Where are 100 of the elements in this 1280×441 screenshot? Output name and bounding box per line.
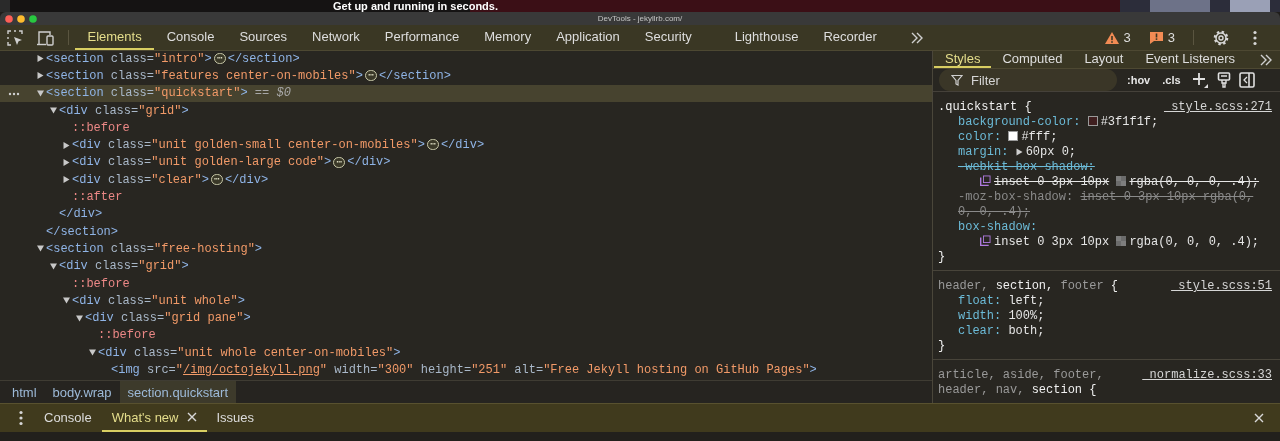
- disclosure-triangle-icon[interactable]: [88, 349, 96, 357]
- css-value[interactable]: inset 0 3px 10px: [994, 175, 1110, 189]
- panel-tab[interactable]: Lighthouse: [722, 25, 811, 50]
- color-swatch-icon[interactable]: [1087, 116, 1098, 126]
- css-value[interactable]: 60px 0;: [1025, 145, 1077, 159]
- class-toggle[interactable]: .cls: [1160, 74, 1183, 86]
- pseudo-element[interactable]: ::before: [98, 328, 156, 343]
- closing-brace: }: [938, 339, 946, 353]
- disclosure-triangle-icon[interactable]: [62, 176, 70, 184]
- panel-tab[interactable]: Memory: [471, 25, 544, 50]
- css-property[interactable]: -webkit-box-shadow:: [958, 160, 1095, 174]
- dom-node[interactable]: <div class="grid">: [59, 259, 189, 274]
- dom-node[interactable]: <section class="intro"> ⋯ </section>: [46, 51, 300, 66]
- inspect-icon[interactable]: [6, 28, 24, 47]
- sidebar-tab[interactable]: Computed: [991, 51, 1074, 68]
- paint-brush-icon[interactable]: [1216, 72, 1231, 88]
- hover-state-toggle[interactable]: :hov: [1125, 74, 1153, 86]
- pseudo-element[interactable]: ::after: [72, 190, 123, 204]
- css-selector: header, section, footer {: [938, 279, 1119, 294]
- disclosure-triangle-icon[interactable]: [49, 107, 57, 115]
- css-declaration[interactable]: float: left;: [938, 294, 1272, 309]
- message-icon: [1148, 30, 1164, 45]
- filter-field[interactable]: Filter: [939, 69, 1117, 91]
- css-declaration[interactable]: -moz-box-shadow: inset 0 3px 10px rgba(0, 0, 0, .4);: [938, 190, 1272, 220]
- sidebar-tab[interactable]: Layout: [1073, 51, 1135, 68]
- dom-node[interactable]: <div class="unit whole">: [72, 293, 245, 308]
- closing-brace: }: [938, 250, 946, 264]
- disclosure-triangle-icon[interactable]: [62, 141, 70, 149]
- settings-icon[interactable]: [1212, 28, 1230, 47]
- css-property[interactable]: box-shadow:: [958, 220, 1038, 234]
- close-drawer-icon[interactable]: [1254, 413, 1264, 423]
- panel-tab[interactable]: Security: [632, 25, 705, 50]
- source-link[interactable]: _style.scss:271: [1163, 100, 1272, 115]
- pseudo-element[interactable]: ::before: [72, 120, 130, 135]
- pseudo-element[interactable]: ::before: [72, 276, 130, 291]
- dom-node[interactable]: <section class="free-hosting">: [46, 241, 263, 256]
- css-selector: article, aside, footer, header, nav, section {: [938, 368, 1105, 398]
- source-link[interactable]: _style.scss:51: [1171, 279, 1272, 294]
- shadow-editor-icon[interactable]: [980, 175, 991, 186]
- breadcrumb[interactable]: section.quickstart: [119, 381, 236, 403]
- disclosure-triangle-icon[interactable]: [36, 55, 44, 63]
- dom-node[interactable]: <div class="unit whole center-on-mobiles">: [98, 345, 401, 360]
- dom-node[interactable]: <section class="features center-on-mobiles"> ⋯ </section>: [46, 68, 451, 83]
- css-property[interactable]: margin:: [958, 145, 1009, 159]
- panel-tab[interactable]: Application: [543, 25, 633, 50]
- minimize-window-icon[interactable]: [17, 14, 25, 23]
- css-value[interactable]: inset 0 3px 10px: [994, 235, 1110, 249]
- close-window-icon[interactable]: [5, 14, 13, 23]
- css-property[interactable]: background-color:: [958, 115, 1081, 129]
- more-options-icon[interactable]: [8, 91, 20, 96]
- kebab-menu-icon[interactable]: [1252, 29, 1258, 46]
- css-value[interactable]: #fff;: [1021, 130, 1058, 144]
- css-declaration[interactable]: width: 100%;: [938, 309, 1272, 324]
- panel-tab[interactable]: Console: [154, 25, 227, 50]
- dom-node[interactable]: <div class="grid">: [59, 103, 189, 118]
- close-tab-icon[interactable]: [186, 412, 197, 422]
- color-swatch-icon[interactable]: [1008, 131, 1019, 141]
- css-value[interactable]: rgba(0, 0, 0, .4);: [1129, 235, 1260, 249]
- panel-tab[interactable]: Sources: [226, 25, 300, 50]
- breadcrumb[interactable]: body.wrap: [44, 381, 120, 403]
- maximize-window-icon[interactable]: [29, 14, 37, 23]
- plus-icon[interactable]: [1190, 71, 1209, 89]
- color-swatch-icon[interactable]: [1116, 176, 1127, 186]
- disclosure-triangle-icon[interactable]: [62, 297, 70, 305]
- more-tabs-icon[interactable]: [1258, 52, 1274, 67]
- shadow-editor-icon[interactable]: [980, 235, 991, 246]
- dom-node[interactable]: <img src="/img/octojekyll.png" width="300" height="251" alt="Free Jekyll hosting on GitHub Pages">: [111, 363, 817, 377]
- expand-triangle-icon[interactable]: [1015, 148, 1023, 156]
- resource-link[interactable]: /img/octojekyll.png: [183, 363, 320, 377]
- kebab-menu-icon[interactable]: [18, 410, 24, 426]
- disclosure-triangle-icon[interactable]: [36, 89, 44, 97]
- css-declaration[interactable]: clear: both;: [938, 324, 1272, 339]
- panel-tab[interactable]: Network: [299, 25, 373, 50]
- filter-icon: [951, 74, 963, 86]
- breadcrumb[interactable]: html: [4, 381, 45, 403]
- issues-counter[interactable]: 3: [1142, 30, 1181, 45]
- disclosure-triangle-icon[interactable]: [36, 72, 44, 80]
- dom-node[interactable]: <div class="unit golden-small center-on-mobiles"> ⋯ </div>: [72, 138, 485, 153]
- dom-node[interactable]: <div class="clear"> ⋯ </div>: [72, 172, 269, 187]
- dom-node[interactable]: <div class="unit golden-large code"> ⋯ </div>: [72, 155, 391, 170]
- css-value[interactable]: #3f1f1f;: [1100, 115, 1159, 129]
- disclosure-triangle-icon[interactable]: [36, 245, 44, 253]
- color-swatch-icon[interactable]: [1116, 236, 1127, 246]
- closing-tag: </section>: [46, 224, 118, 239]
- sidebar-toggle-icon[interactable]: [1238, 72, 1255, 88]
- device-icon[interactable]: [36, 28, 56, 47]
- disclosure-triangle-icon[interactable]: [62, 158, 70, 166]
- closing-tag: </div>: [59, 207, 103, 222]
- drawer-tab[interactable]: Console: [34, 404, 102, 432]
- css-value[interactable]: rgba(0, 0, 0, .4);: [1129, 175, 1260, 189]
- sidebar-tab[interactable]: Event Listeners: [1134, 51, 1247, 68]
- dom-node[interactable]: <div class="grid pane">: [85, 311, 251, 326]
- css-property[interactable]: color:: [958, 130, 1002, 144]
- panel-tab[interactable]: Recorder: [810, 25, 890, 50]
- disclosure-triangle-icon[interactable]: [75, 314, 83, 322]
- disclosure-triangle-icon[interactable]: [49, 262, 57, 270]
- warnings-counter[interactable]: 3: [1097, 30, 1137, 45]
- drawer-tab[interactable]: Issues: [206, 404, 265, 432]
- panel-tab[interactable]: Performance: [372, 25, 472, 50]
- source-link[interactable]: _normalize.scss:33: [1142, 368, 1272, 383]
